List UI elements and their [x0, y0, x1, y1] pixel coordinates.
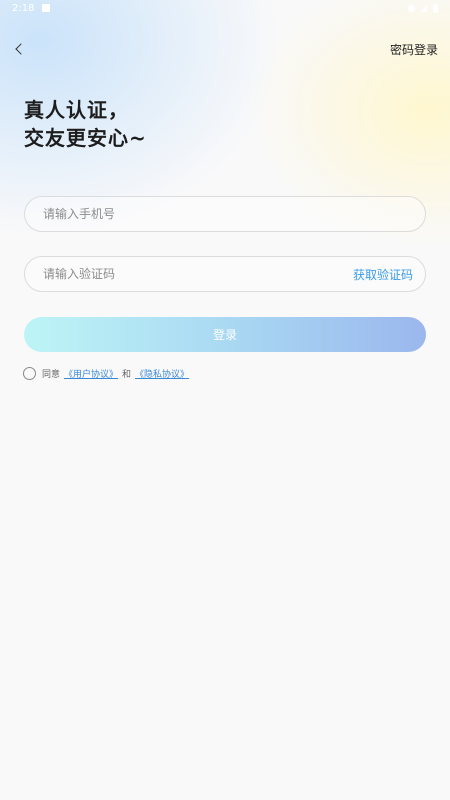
back-button[interactable] — [8, 38, 30, 60]
agreement-conjunction: 和 — [122, 370, 132, 380]
headline-line-1: 真人认证， — [24, 98, 129, 122]
status-right — [408, 3, 438, 13]
code-field[interactable]: 获取验证码 — [24, 256, 426, 292]
get-code-button[interactable]: 获取验证码 — [353, 266, 413, 283]
agree-radio-icon[interactable] — [23, 367, 36, 380]
wifi-icon — [408, 4, 415, 12]
verification-code-input[interactable] — [43, 267, 353, 281]
status-time: 2:18 — [12, 2, 35, 14]
login-button[interactable]: 登录 — [24, 317, 426, 352]
page-headline: 真人认证， 交友更安心~ — [24, 96, 147, 152]
notification-icon — [42, 4, 51, 12]
headline-line-2: 交友更安心~ — [24, 126, 147, 150]
agreement-row: 同意 《用户协议》 和 《隐私协议》 — [23, 367, 189, 380]
battery-icon — [433, 3, 438, 13]
phone-field[interactable] — [24, 196, 426, 232]
password-login-link[interactable]: 密码登录 — [390, 41, 438, 58]
phone-input[interactable] — [43, 207, 413, 221]
chevron-left-icon — [15, 43, 27, 55]
status-bar: 2:18 — [0, 0, 450, 16]
user-agreement-link[interactable]: 《用户协议》 — [64, 367, 118, 380]
privacy-policy-link[interactable]: 《隐私协议》 — [135, 367, 189, 380]
status-left: 2:18 — [12, 2, 51, 14]
signal-icon — [421, 4, 427, 12]
agreement-prefix: 同意 — [42, 370, 61, 380]
